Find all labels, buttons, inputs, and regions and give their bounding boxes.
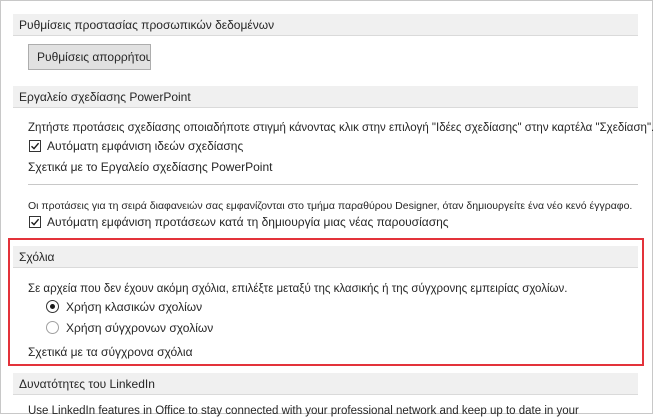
designer-description: Ζητήστε προτάσεις σχεδίασης οποιαδήποτε … [28,122,653,134]
checkmark-icon [31,142,40,150]
options-panel: Ρυθμίσεις προστασίας προσωπικών δεδομένω… [0,0,653,417]
auto-new-deck-label[interactable]: Αυτόματη εμφάνιση προτάσεων κατά τη δημι… [47,215,449,229]
auto-ideas-checkbox[interactable] [29,140,41,152]
auto-new-deck-checkbox[interactable] [29,216,41,228]
privacy-settings-button[interactable]: Ρυθμίσεις απορρήτου... [28,44,151,70]
designer-section-header: Εργαλείο σχεδίασης PowerPoint [13,86,638,108]
designer-separator [28,184,638,185]
linkedin-section-header: Δυνατότητες του LinkedIn [13,373,638,395]
privacy-section-header: Ρυθμίσεις προστασίας προσωπικών δεδομένω… [13,14,638,36]
designer-new-deck-note: Οι προτάσεις για τη σειρά διαφανειών σας… [28,200,633,212]
linkedin-description: Use LinkedIn features in Office to stay … [28,405,579,417]
designer-about-link[interactable]: Σχετικά με το Εργαλείο σχεδίασης PowerPo… [28,160,272,174]
comments-highlight-box [8,238,644,366]
checkmark-icon [31,218,40,226]
auto-ideas-label[interactable]: Αυτόματη εμφάνιση ιδεών σχεδίασης [47,139,243,153]
